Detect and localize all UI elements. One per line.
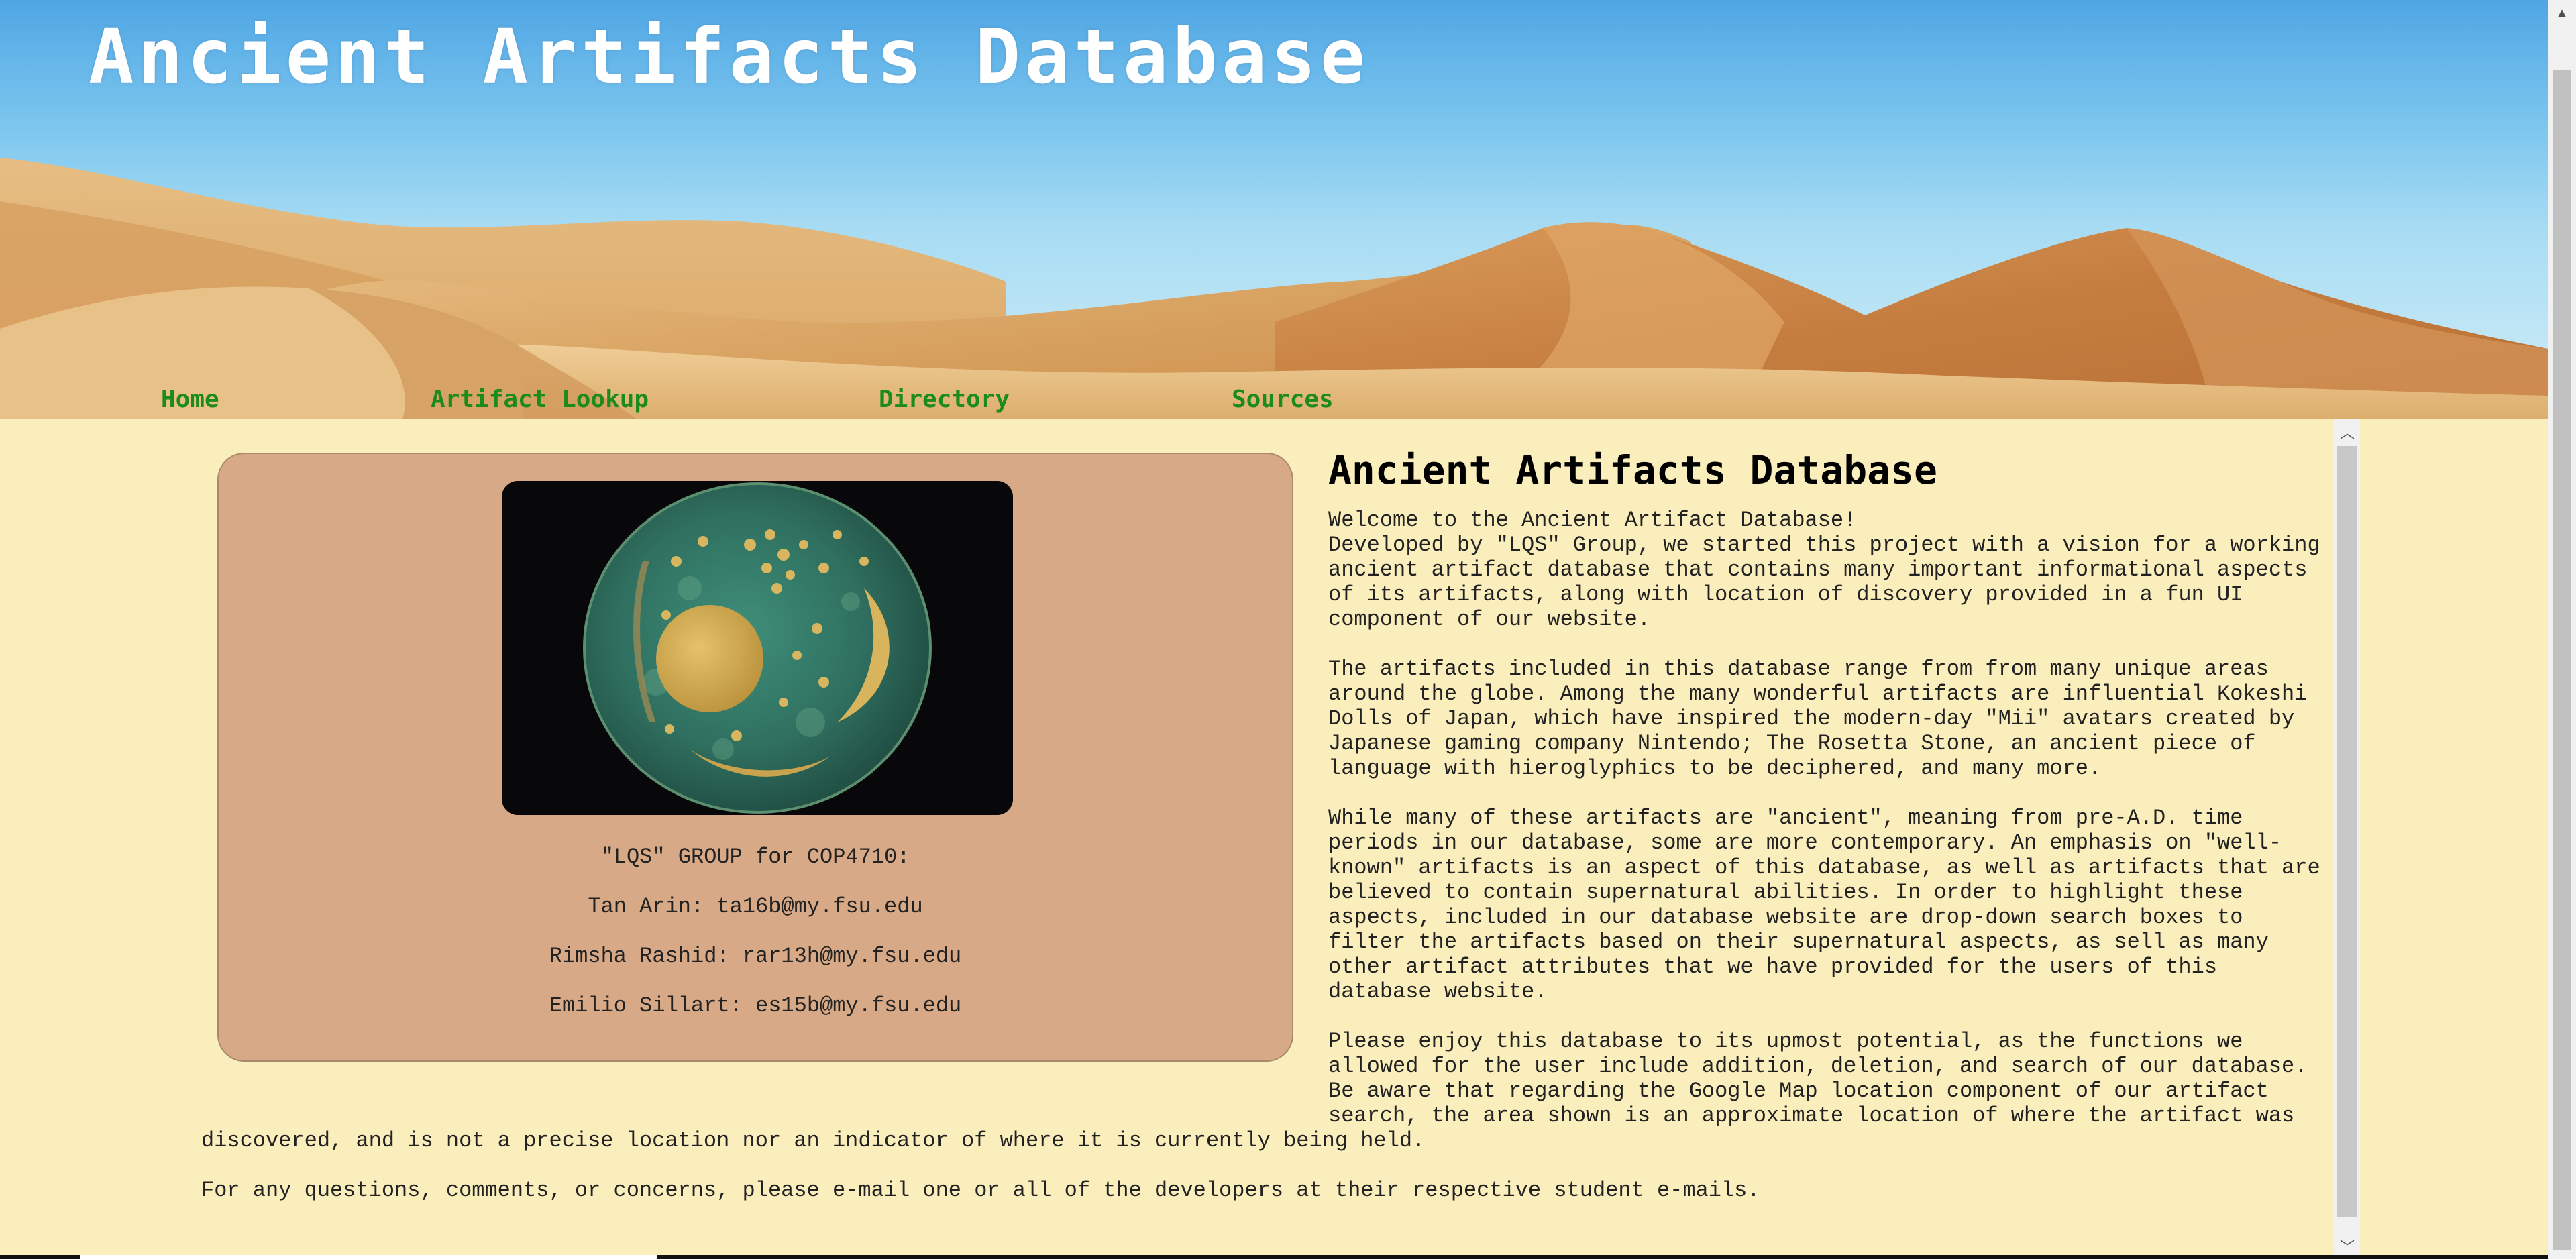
content-scrollbar-thumb[interactable] — [2337, 446, 2357, 1217]
nav-link-artifact-lookup[interactable]: Artifact Lookup — [431, 386, 649, 413]
main-navigation: Home Artifact Lookup Directory Sources — [0, 386, 2548, 419]
bottom-edge-segment — [80, 1255, 657, 1259]
header-banner: Ancient Artifacts Database Home Artifact… — [0, 0, 2548, 419]
intro-title: Ancient Artifacts Database — [1328, 447, 1937, 493]
site-title: Ancient Artifacts Database — [89, 13, 1370, 101]
page-scrollbar[interactable]: ▲ — [2548, 0, 2576, 1259]
nav-link-sources[interactable]: Sources — [1232, 386, 1334, 413]
content-scrollbar[interactable]: ︿ ﹀ — [2334, 419, 2360, 1259]
welcome-line: Welcome to the Ancient Artifact Database… — [1328, 508, 1857, 533]
main-content: "LQS" GROUP for COP4710: Tan Arin: ta16b… — [0, 419, 2548, 1259]
nav-link-home[interactable]: Home — [161, 386, 219, 413]
nav-link-directory[interactable]: Directory — [879, 386, 1010, 413]
card-float-spacer — [201, 508, 1328, 1107]
intro-paragraph: For any questions, comments, or concerns… — [201, 1178, 1760, 1203]
page-scrollbar-thumb[interactable] — [2553, 70, 2571, 1250]
intro-text-block: Welcome to the Ancient Artifact Database… — [201, 508, 2321, 1227]
intro-paragraph-text: Developed by "LQS" Group, we started thi… — [1328, 533, 2320, 632]
chevron-up-icon[interactable]: ︿ — [2334, 419, 2360, 445]
chevron-up-icon[interactable]: ▲ — [2548, 0, 2576, 28]
bottom-edge — [0, 1255, 2548, 1259]
